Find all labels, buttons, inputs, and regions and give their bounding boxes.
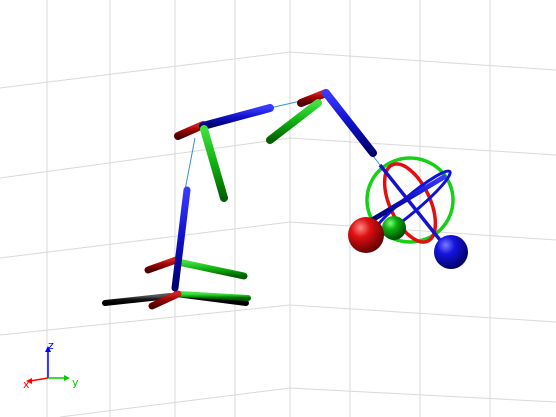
translate-handle-blue[interactable] [434,235,468,269]
translate-handle-red[interactable] [348,217,384,253]
x-axis-line [29,377,49,382]
floor-grid [0,0,556,417]
3d-viewport[interactable]: z y x [0,0,556,417]
x-axis-label: x [23,378,30,391]
base-frame-lower[interactable] [102,290,251,310]
translate-handle-green[interactable] [382,216,406,240]
y-axis-arrow [64,375,70,381]
y-axis-label: y [72,376,79,389]
end-effector-marker[interactable] [348,156,468,269]
axes-triad: z y x [23,339,79,391]
z-axis-label: z [48,339,54,352]
joint-frame-1[interactable] [144,186,248,295]
joint-frame-3[interactable] [266,89,377,157]
